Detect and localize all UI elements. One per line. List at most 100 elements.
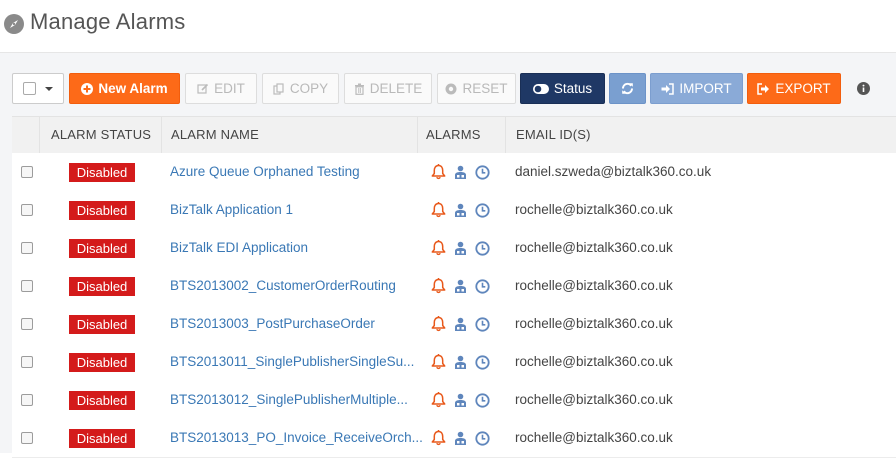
alarm-type-icons xyxy=(431,392,497,408)
status-badge: Disabled xyxy=(69,429,135,448)
edit-button[interactable]: EDIT xyxy=(185,73,257,104)
row-checkbox[interactable] xyxy=(21,432,33,444)
toggle-icon xyxy=(532,83,549,94)
clock-icon[interactable] xyxy=(475,202,490,218)
bell-icon[interactable] xyxy=(431,316,446,332)
checkbox-column-header xyxy=(12,117,39,153)
status-button[interactable]: Status xyxy=(520,73,605,104)
select-all-checkbox[interactable] xyxy=(23,82,36,95)
edit-label: EDIT xyxy=(214,81,245,96)
status-badge: Disabled xyxy=(69,163,135,182)
copy-button[interactable]: COPY xyxy=(262,73,339,104)
row-checkbox[interactable] xyxy=(21,242,33,254)
email-cell: rochelle@biztalk360.co.uk xyxy=(515,278,673,293)
table-row[interactable]: Disabled BizTalk EDI Application rochell… xyxy=(12,229,896,268)
status-label: Status xyxy=(553,81,593,96)
status-badge: Disabled xyxy=(69,391,135,410)
row-checkbox[interactable] xyxy=(21,166,33,178)
status-badge: Disabled xyxy=(69,239,135,258)
clock-icon[interactable] xyxy=(475,164,490,180)
row-checkbox[interactable] xyxy=(21,318,33,330)
clock-icon[interactable] xyxy=(475,430,490,446)
bell-icon[interactable] xyxy=(431,392,446,408)
copy-label: COPY xyxy=(289,81,329,96)
table-row[interactable]: Disabled BizTalk Application 1 rochelle@… xyxy=(12,191,896,230)
user-group-icon[interactable] xyxy=(453,393,468,408)
plus-circle-icon xyxy=(81,82,94,95)
bell-icon[interactable] xyxy=(431,202,446,218)
trash-icon xyxy=(354,83,364,95)
new-alarm-button[interactable]: New Alarm xyxy=(69,73,180,104)
alarm-type-icons xyxy=(431,278,497,294)
alarm-type-icons xyxy=(431,240,497,256)
row-checkbox[interactable] xyxy=(21,280,33,292)
user-group-icon[interactable] xyxy=(453,241,468,256)
email-cell: rochelle@biztalk360.co.uk xyxy=(515,392,673,407)
bell-icon[interactable] xyxy=(431,430,446,446)
user-group-icon[interactable] xyxy=(453,279,468,294)
column-header-email[interactable]: EMAIL ID(S) xyxy=(505,117,591,153)
alarm-name-link[interactable]: BTS2013013_PO_Invoice_ReceiveOrch... xyxy=(170,419,423,457)
user-group-icon[interactable] xyxy=(453,203,468,218)
user-group-icon[interactable] xyxy=(453,355,468,370)
import-button[interactable]: IMPORT xyxy=(650,73,743,104)
new-alarm-label: New Alarm xyxy=(98,81,168,96)
row-checkbox[interactable] xyxy=(21,356,33,368)
alarm-name-link[interactable]: BTS2013003_PostPurchaseOrder xyxy=(170,305,375,343)
bell-icon[interactable] xyxy=(431,278,446,294)
export-icon xyxy=(757,82,770,95)
column-header-alarms[interactable]: ALARMS xyxy=(417,117,481,153)
alarm-name-link[interactable]: BTS2013002_CustomerOrderRouting xyxy=(170,267,396,305)
bell-icon[interactable] xyxy=(431,240,446,256)
bell-icon[interactable] xyxy=(431,354,446,370)
status-badge: Disabled xyxy=(69,315,135,334)
status-badge: Disabled xyxy=(69,277,135,296)
reset-label: RESET xyxy=(462,81,508,96)
delete-label: DELETE xyxy=(369,81,423,96)
alarm-name-link[interactable]: Azure Queue Orphaned Testing xyxy=(170,153,360,191)
user-group-icon[interactable] xyxy=(453,431,468,446)
alarm-name-link[interactable]: BizTalk EDI Application xyxy=(170,229,308,267)
alarm-type-icons xyxy=(431,164,497,180)
table-row[interactable]: Disabled Azure Queue Orphaned Testing da… xyxy=(12,153,896,192)
alarm-type-icons xyxy=(431,430,497,446)
row-checkbox[interactable] xyxy=(21,204,33,216)
alarm-name-link[interactable]: BTS2013012_SinglePublisherMultiple... xyxy=(170,381,408,419)
email-cell: rochelle@biztalk360.co.uk xyxy=(515,430,673,445)
column-header-alarm-name[interactable]: ALARM NAME xyxy=(161,117,259,153)
select-all-dropdown[interactable] xyxy=(12,73,64,104)
clock-icon[interactable] xyxy=(475,278,490,294)
delete-button[interactable]: DELETE xyxy=(344,73,432,104)
column-header-alarm-status[interactable]: ALARM STATUS xyxy=(39,117,151,153)
alarm-name-link[interactable]: BizTalk Application 1 xyxy=(170,191,293,229)
table-row[interactable]: Disabled BTS2013003_PostPurchaseOrder ro… xyxy=(12,305,896,344)
table-row[interactable]: Disabled BTS2013012_SinglePublisherMulti… xyxy=(12,381,896,420)
table-row[interactable]: Disabled BTS2013011_SinglePublisherSingl… xyxy=(12,343,896,382)
chevron-down-icon xyxy=(45,86,53,91)
main-content: New Alarm EDIT COPY DELETE RESET Status … xyxy=(0,53,896,458)
status-badge: Disabled xyxy=(69,201,135,220)
refresh-button[interactable] xyxy=(609,73,646,104)
user-group-icon[interactable] xyxy=(453,317,468,332)
user-group-icon[interactable] xyxy=(453,165,468,180)
table-row[interactable]: Disabled BTS2013002_CustomerOrderRouting… xyxy=(12,267,896,306)
email-cell: rochelle@biztalk360.co.uk xyxy=(515,354,673,369)
clock-icon[interactable] xyxy=(475,354,490,370)
export-button[interactable]: EXPORT xyxy=(747,73,841,104)
reset-button[interactable]: RESET xyxy=(437,73,516,104)
row-checkbox[interactable] xyxy=(21,394,33,406)
status-badge: Disabled xyxy=(69,353,135,372)
export-label: EXPORT xyxy=(775,81,831,96)
toolbar: New Alarm EDIT COPY DELETE RESET Status … xyxy=(0,73,896,105)
info-icon[interactable] xyxy=(857,82,870,100)
table-row[interactable]: Disabled BTS2013013_PO_Invoice_ReceiveOr… xyxy=(12,419,896,458)
clock-icon[interactable] xyxy=(475,316,490,332)
clock-icon[interactable] xyxy=(475,240,490,256)
bell-icon[interactable] xyxy=(431,164,446,180)
alarm-name-link[interactable]: BTS2013011_SinglePublisherSingleSu... xyxy=(170,343,414,381)
email-cell: rochelle@biztalk360.co.uk xyxy=(515,240,673,255)
refresh-icon xyxy=(622,82,633,95)
copy-icon xyxy=(273,82,284,95)
import-label: IMPORT xyxy=(679,81,732,96)
clock-icon[interactable] xyxy=(475,392,490,408)
